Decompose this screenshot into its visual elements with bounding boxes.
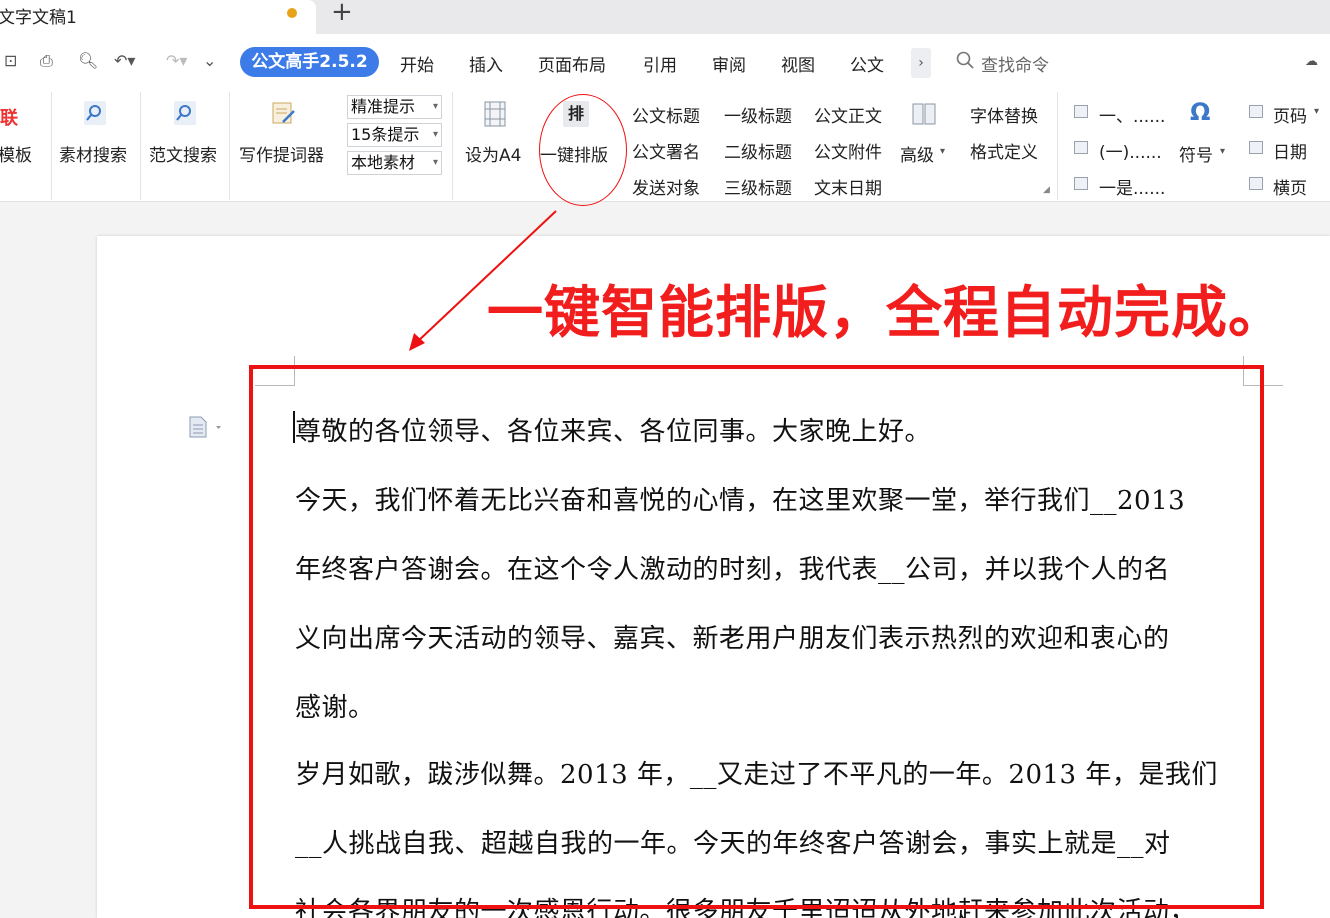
sample-search-button[interactable]: 范文搜索 <box>149 141 217 166</box>
doc-title-button[interactable]: 公文标题 <box>632 102 700 127</box>
hint-count-value: 15条提示 <box>351 125 420 144</box>
set-a4-icon <box>484 101 506 127</box>
print-icon[interactable]: ⎙ <box>40 51 53 71</box>
paragraph-settings-icon[interactable] <box>187 416 223 438</box>
level1-heading-button[interactable]: 一级标题 <box>724 102 792 127</box>
document-tab[interactable]: 文字文稿1 <box>0 0 316 34</box>
ribbon-divider <box>452 92 453 200</box>
landscape-page-icon <box>1249 177 1263 190</box>
chevron-down-icon: ▾ <box>432 101 438 112</box>
save-icon[interactable]: ⊡ <box>4 51 17 70</box>
search-icon[interactable] <box>956 51 974 69</box>
font-replace-button[interactable]: 字体替换 <box>970 102 1038 127</box>
advanced-button[interactable]: 高级 <box>900 141 934 166</box>
precise-hint-select[interactable]: 精准提示 ▾ <box>347 95 442 119</box>
page-number-button[interactable]: 页码 <box>1273 102 1307 127</box>
chevron-down-icon: ▾ <box>432 157 438 168</box>
more-tabs-chevron-right-icon[interactable]: › <box>911 48 931 78</box>
material-search-icon <box>84 101 106 125</box>
doc-attachment-button[interactable]: 公文附件 <box>814 138 882 163</box>
advanced-book-icon <box>912 103 936 125</box>
level2-heading-button[interactable]: 二级标题 <box>724 138 792 163</box>
doc-signature-button[interactable]: 公文署名 <box>632 138 700 163</box>
numbering-style-1[interactable]: 一、...... <box>1099 102 1165 127</box>
page-number-chevron-down-icon[interactable]: ▾ <box>1314 106 1319 117</box>
templates-icon: 联 <box>0 108 18 129</box>
menu-review[interactable]: 审阅 <box>712 51 746 76</box>
date-icon <box>1249 141 1263 154</box>
symbol-omega-icon: Ω <box>1190 98 1211 126</box>
hint-count-select[interactable]: 15条提示 ▾ <box>347 123 442 147</box>
landscape-page-button[interactable]: 横页 <box>1273 174 1307 199</box>
cloud-sync-icon[interactable]: ☁ <box>1305 54 1318 69</box>
chevron-down-icon: ▾ <box>432 129 438 140</box>
numbering-style-2[interactable]: (一)...... <box>1099 138 1162 163</box>
level3-heading-button[interactable]: 三级标题 <box>724 174 792 199</box>
sample-search-icon <box>174 101 196 125</box>
menu-start[interactable]: 开始 <box>400 51 434 76</box>
numbering-style-3[interactable]: 一是...... <box>1099 174 1165 199</box>
numbering-list-icon <box>1074 141 1088 154</box>
date-button[interactable]: 日期 <box>1273 138 1307 163</box>
unsaved-dot-icon <box>287 8 297 18</box>
tab-title: 文字文稿1 <box>0 8 77 28</box>
gongwen-gaoshou-tab[interactable]: 公文高手2.5.2 <box>240 47 379 77</box>
symbol-chevron-down-icon[interactable]: ▾ <box>1220 146 1225 157</box>
end-date-button[interactable]: 文末日期 <box>814 174 882 199</box>
symbol-button[interactable]: 符号 <box>1179 141 1213 166</box>
local-material-value: 本地素材 <box>351 153 416 172</box>
doc-body-button[interactable]: 公文正文 <box>814 102 882 127</box>
ribbon-divider <box>51 92 52 200</box>
redo-icon[interactable]: ↷▾ <box>166 51 187 70</box>
ribbon-divider <box>229 92 230 200</box>
menu-gongwen[interactable]: 公文 <box>850 51 884 76</box>
print-preview-icon[interactable]: 🔍︎ <box>78 51 98 70</box>
new-tab-plus-icon[interactable]: + <box>331 0 353 27</box>
dialog-launcher-icon[interactable]: ◢ <box>1043 185 1050 195</box>
material-search-button[interactable]: 素材搜索 <box>59 141 127 166</box>
quick-access-chevron-down-icon[interactable]: ⌄ <box>203 51 216 70</box>
menu-insert[interactable]: 插入 <box>469 51 503 76</box>
writing-prompter-icon <box>272 102 295 124</box>
promo-headline: 一键智能排版，全程自动完成。 <box>487 281 1285 346</box>
local-material-select[interactable]: 本地素材 ▾ <box>347 151 442 175</box>
recipient-button[interactable]: 发送对象 <box>632 174 700 199</box>
page-number-icon <box>1249 105 1263 118</box>
highlight-box <box>249 365 1264 909</box>
undo-icon[interactable]: ↶▾ <box>114 51 135 70</box>
ribbon-divider <box>140 92 141 200</box>
precise-hint-value: 精准提示 <box>351 97 416 116</box>
menu-reference[interactable]: 引用 <box>643 51 677 76</box>
ribbon-divider <box>1057 92 1058 200</box>
set-a4-button[interactable]: 设为A4 <box>465 141 521 166</box>
menu-view[interactable]: 视图 <box>781 51 815 76</box>
search-command-input[interactable]: 查找命令 <box>981 51 1049 76</box>
numbering-list-icon <box>1074 177 1088 190</box>
advanced-chevron-down-icon[interactable]: ▾ <box>940 146 945 157</box>
numbering-list-icon <box>1074 105 1088 118</box>
templates-button[interactable]: 模板 <box>0 141 32 166</box>
highlight-ellipse <box>539 94 627 206</box>
format-define-button[interactable]: 格式定义 <box>970 138 1038 163</box>
writing-prompter-button[interactable]: 写作提词器 <box>239 141 324 166</box>
menu-page-layout[interactable]: 页面布局 <box>538 51 606 76</box>
